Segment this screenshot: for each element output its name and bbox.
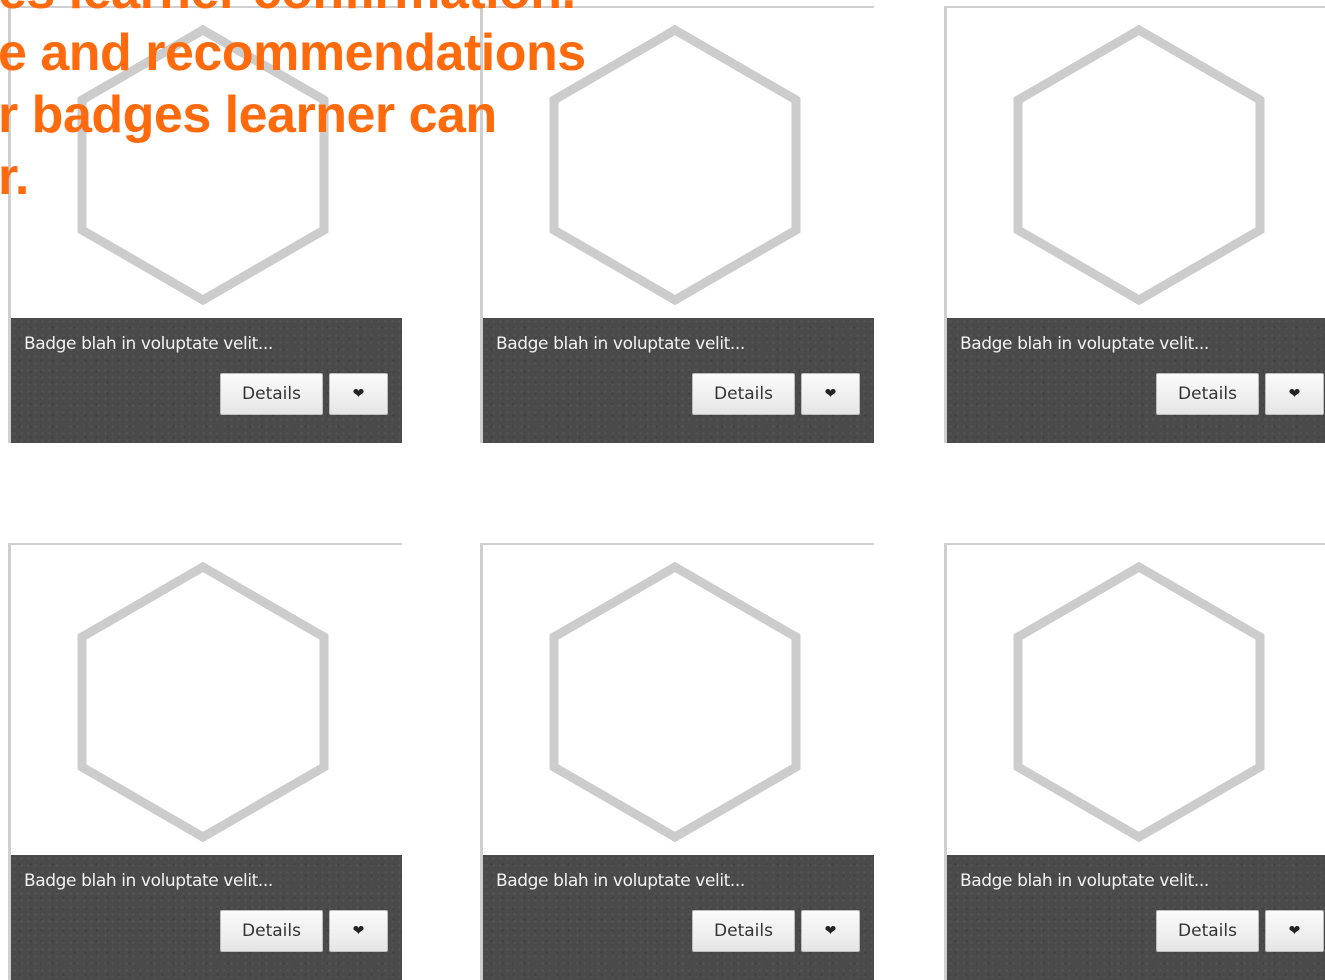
hexagon-icon [1013, 24, 1265, 306]
hexagon-icon [549, 24, 801, 306]
badge-card: Badge blah in voluptate velit... Details… [480, 543, 874, 980]
badge-card-footer: Badge blah in voluptate velit... Details… [947, 855, 1325, 980]
details-button[interactable]: Details [692, 910, 795, 952]
favorite-button[interactable]: ❤ [329, 373, 388, 415]
badge-card: Badge blah in voluptate velit... Details… [480, 6, 874, 443]
heart-icon: ❤ [1288, 923, 1301, 939]
favorite-button[interactable]: ❤ [329, 910, 388, 952]
favorite-button[interactable]: ❤ [1265, 373, 1324, 415]
hexagon-icon [549, 561, 801, 843]
badge-card-footer: Badge blah in voluptate velit... Details… [483, 318, 874, 443]
badge-card-footer: Badge blah in voluptate velit... Details… [11, 318, 402, 443]
badge-card-footer: Badge blah in voluptate velit... Details… [947, 318, 1325, 443]
badge-placeholder-image [11, 545, 402, 855]
details-button[interactable]: Details [1156, 373, 1259, 415]
badge-title: Badge blah in voluptate velit... [496, 871, 745, 891]
badge-title: Badge blah in voluptate velit... [960, 871, 1209, 891]
badge-card: Badge blah in voluptate velit... Details… [8, 543, 402, 980]
badge-placeholder-image [947, 545, 1325, 855]
badge-card: Badge blah in voluptate velit... Details… [8, 6, 402, 443]
badge-title: Badge blah in voluptate velit... [960, 334, 1209, 354]
badge-title: Badge blah in voluptate velit... [496, 334, 745, 354]
badge-placeholder-image [483, 8, 874, 318]
badge-card-footer: Badge blah in voluptate velit... Details… [11, 855, 402, 980]
hexagon-icon [77, 24, 329, 306]
badge-placeholder-image [11, 8, 402, 318]
badge-card-footer: Badge blah in voluptate velit... Details… [483, 855, 874, 980]
heart-icon: ❤ [824, 386, 837, 402]
heart-icon: ❤ [1288, 386, 1301, 402]
badge-title: Badge blah in voluptate velit... [24, 334, 273, 354]
favorite-button[interactable]: ❤ [801, 910, 860, 952]
details-button[interactable]: Details [692, 373, 795, 415]
heart-icon: ❤ [824, 923, 837, 939]
favorite-button[interactable]: ❤ [801, 373, 860, 415]
badge-placeholder-image [483, 545, 874, 855]
badge-title: Badge blah in voluptate velit... [24, 871, 273, 891]
badge-card: Badge blah in voluptate velit... Details… [944, 543, 1325, 980]
details-button[interactable]: Details [220, 373, 323, 415]
favorite-button[interactable]: ❤ [1265, 910, 1324, 952]
badge-placeholder-image [947, 8, 1325, 318]
details-button[interactable]: Details [1156, 910, 1259, 952]
heart-icon: ❤ [352, 923, 365, 939]
details-button[interactable]: Details [220, 910, 323, 952]
heart-icon: ❤ [352, 386, 365, 402]
hexagon-icon [77, 561, 329, 843]
hexagon-icon [1013, 561, 1265, 843]
badge-card: Badge blah in voluptate velit... Details… [944, 6, 1325, 443]
